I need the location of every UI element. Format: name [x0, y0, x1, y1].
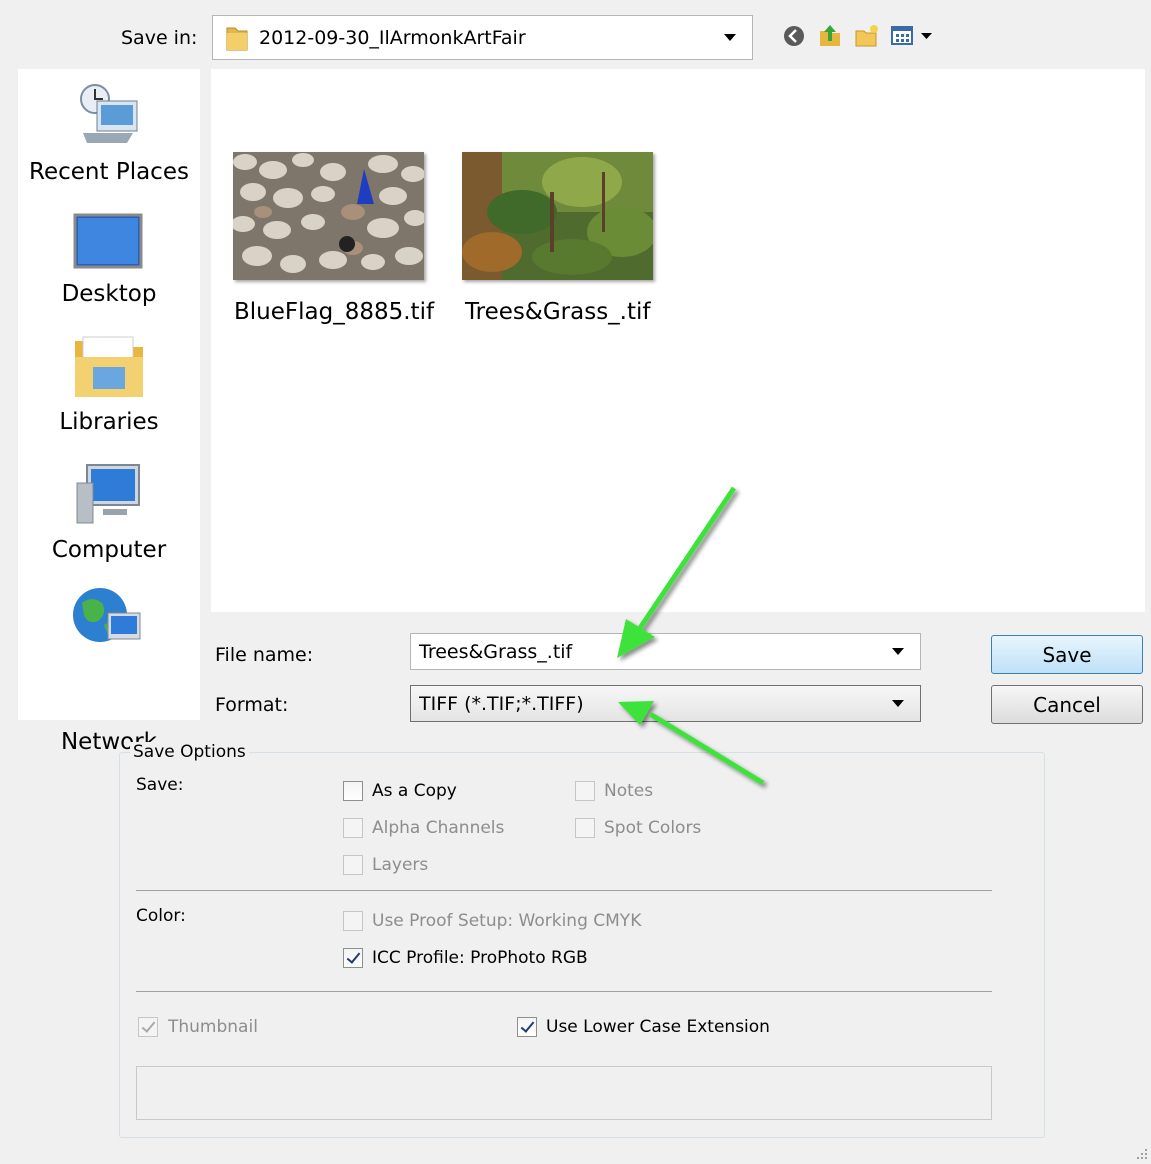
save-section-label: Save: — [136, 775, 184, 795]
file-name-field[interactable]: Trees&Grass_.tif — [410, 633, 921, 670]
alpha-channels-label: Alpha Channels — [372, 818, 505, 838]
format-value: TIFF (*.TIF;*.TIFF) — [419, 692, 584, 715]
lower-case-extension-checkbox[interactable] — [517, 1017, 537, 1037]
save-in-label: Save in: — [121, 27, 198, 49]
chevron-down-icon[interactable] — [892, 648, 904, 655]
use-proof-setup-checkbox[interactable] — [343, 911, 363, 931]
divider — [136, 991, 992, 992]
chevron-down-icon — [892, 700, 904, 707]
desktop-icon — [73, 213, 143, 275]
description-box — [136, 1066, 992, 1120]
view-menu-icon[interactable] — [891, 25, 936, 47]
thumbnail-checkbox[interactable] — [138, 1017, 158, 1037]
file-thumbnail-trees-grass[interactable] — [462, 152, 657, 280]
file-name-value[interactable]: Trees&Grass_.tif — [419, 641, 892, 663]
layers-checkbox[interactable] — [343, 855, 363, 875]
icc-profile-checkbox[interactable] — [343, 948, 363, 968]
file-name[interactable]: Trees&Grass_.tif — [465, 299, 651, 325]
computer-icon — [73, 463, 143, 531]
save-in-dropdown[interactable]: 2012-09-30_IlArmonkArtFair — [212, 15, 753, 60]
save-button[interactable]: Save — [991, 635, 1143, 674]
up-folder-icon[interactable] — [818, 22, 842, 48]
notes-checkbox[interactable] — [575, 781, 595, 801]
format-label: Format: — [215, 694, 289, 716]
lower-case-extension-label[interactable]: Use Lower Case Extension — [546, 1017, 770, 1037]
thumbnail-label: Thumbnail — [168, 1017, 258, 1037]
libraries-icon — [73, 333, 145, 403]
file-name[interactable]: BlueFlag_8885.tif — [234, 299, 434, 325]
new-folder-icon[interactable] — [854, 24, 880, 48]
checkmark-icon — [346, 949, 361, 964]
notes-label: Notes — [604, 781, 654, 801]
folder-icon — [225, 24, 249, 52]
file-list-view[interactable]: BlueFlag_8885.tif Trees&Grass_.tif — [211, 69, 1145, 612]
format-dropdown[interactable]: TIFF (*.TIF;*.TIFF) — [410, 685, 921, 722]
place-computer[interactable]: Computer — [18, 463, 200, 573]
place-label: Desktop — [61, 281, 157, 307]
spot-colors-label: Spot Colors — [604, 818, 702, 838]
place-label: Recent Places — [29, 159, 189, 185]
network-icon — [70, 585, 144, 659]
file-name-label: File name: — [215, 644, 314, 666]
checkmark-icon — [141, 1018, 156, 1033]
file-thumbnail-blueflag[interactable] — [231, 152, 426, 280]
spot-colors-checkbox[interactable] — [575, 818, 595, 838]
chevron-down-icon — [724, 34, 736, 41]
icc-profile-label[interactable]: ICC Profile: ProPhoto RGB — [372, 948, 588, 968]
back-icon[interactable] — [783, 25, 805, 47]
use-proof-setup-label: Use Proof Setup: Working CMYK — [372, 911, 642, 931]
current-folder-name: 2012-09-30_IlArmonkArtFair — [259, 26, 526, 49]
resize-grip-icon[interactable] — [1136, 1145, 1148, 1159]
place-recent-places[interactable]: Recent Places — [18, 81, 200, 193]
place-libraries[interactable]: Libraries — [18, 333, 200, 443]
places-bar: Recent Places Desktop Libraries Computer… — [18, 69, 200, 755]
checkmark-icon — [520, 1018, 535, 1033]
place-network[interactable]: Network — [18, 585, 200, 755]
as-a-copy-label[interactable]: As a Copy — [372, 781, 457, 801]
cancel-button[interactable]: Cancel — [991, 685, 1143, 724]
layers-label: Layers — [372, 855, 429, 875]
divider — [136, 890, 992, 891]
color-section-label: Color: — [136, 906, 186, 926]
as-a-copy-checkbox[interactable] — [343, 781, 363, 801]
alpha-channels-checkbox[interactable] — [343, 818, 363, 838]
place-label: Computer — [51, 537, 167, 563]
place-desktop[interactable]: Desktop — [18, 211, 200, 321]
place-label: Libraries — [59, 409, 159, 435]
save-options-legend: Save Options — [130, 742, 249, 762]
recent-places-icon — [73, 81, 143, 155]
